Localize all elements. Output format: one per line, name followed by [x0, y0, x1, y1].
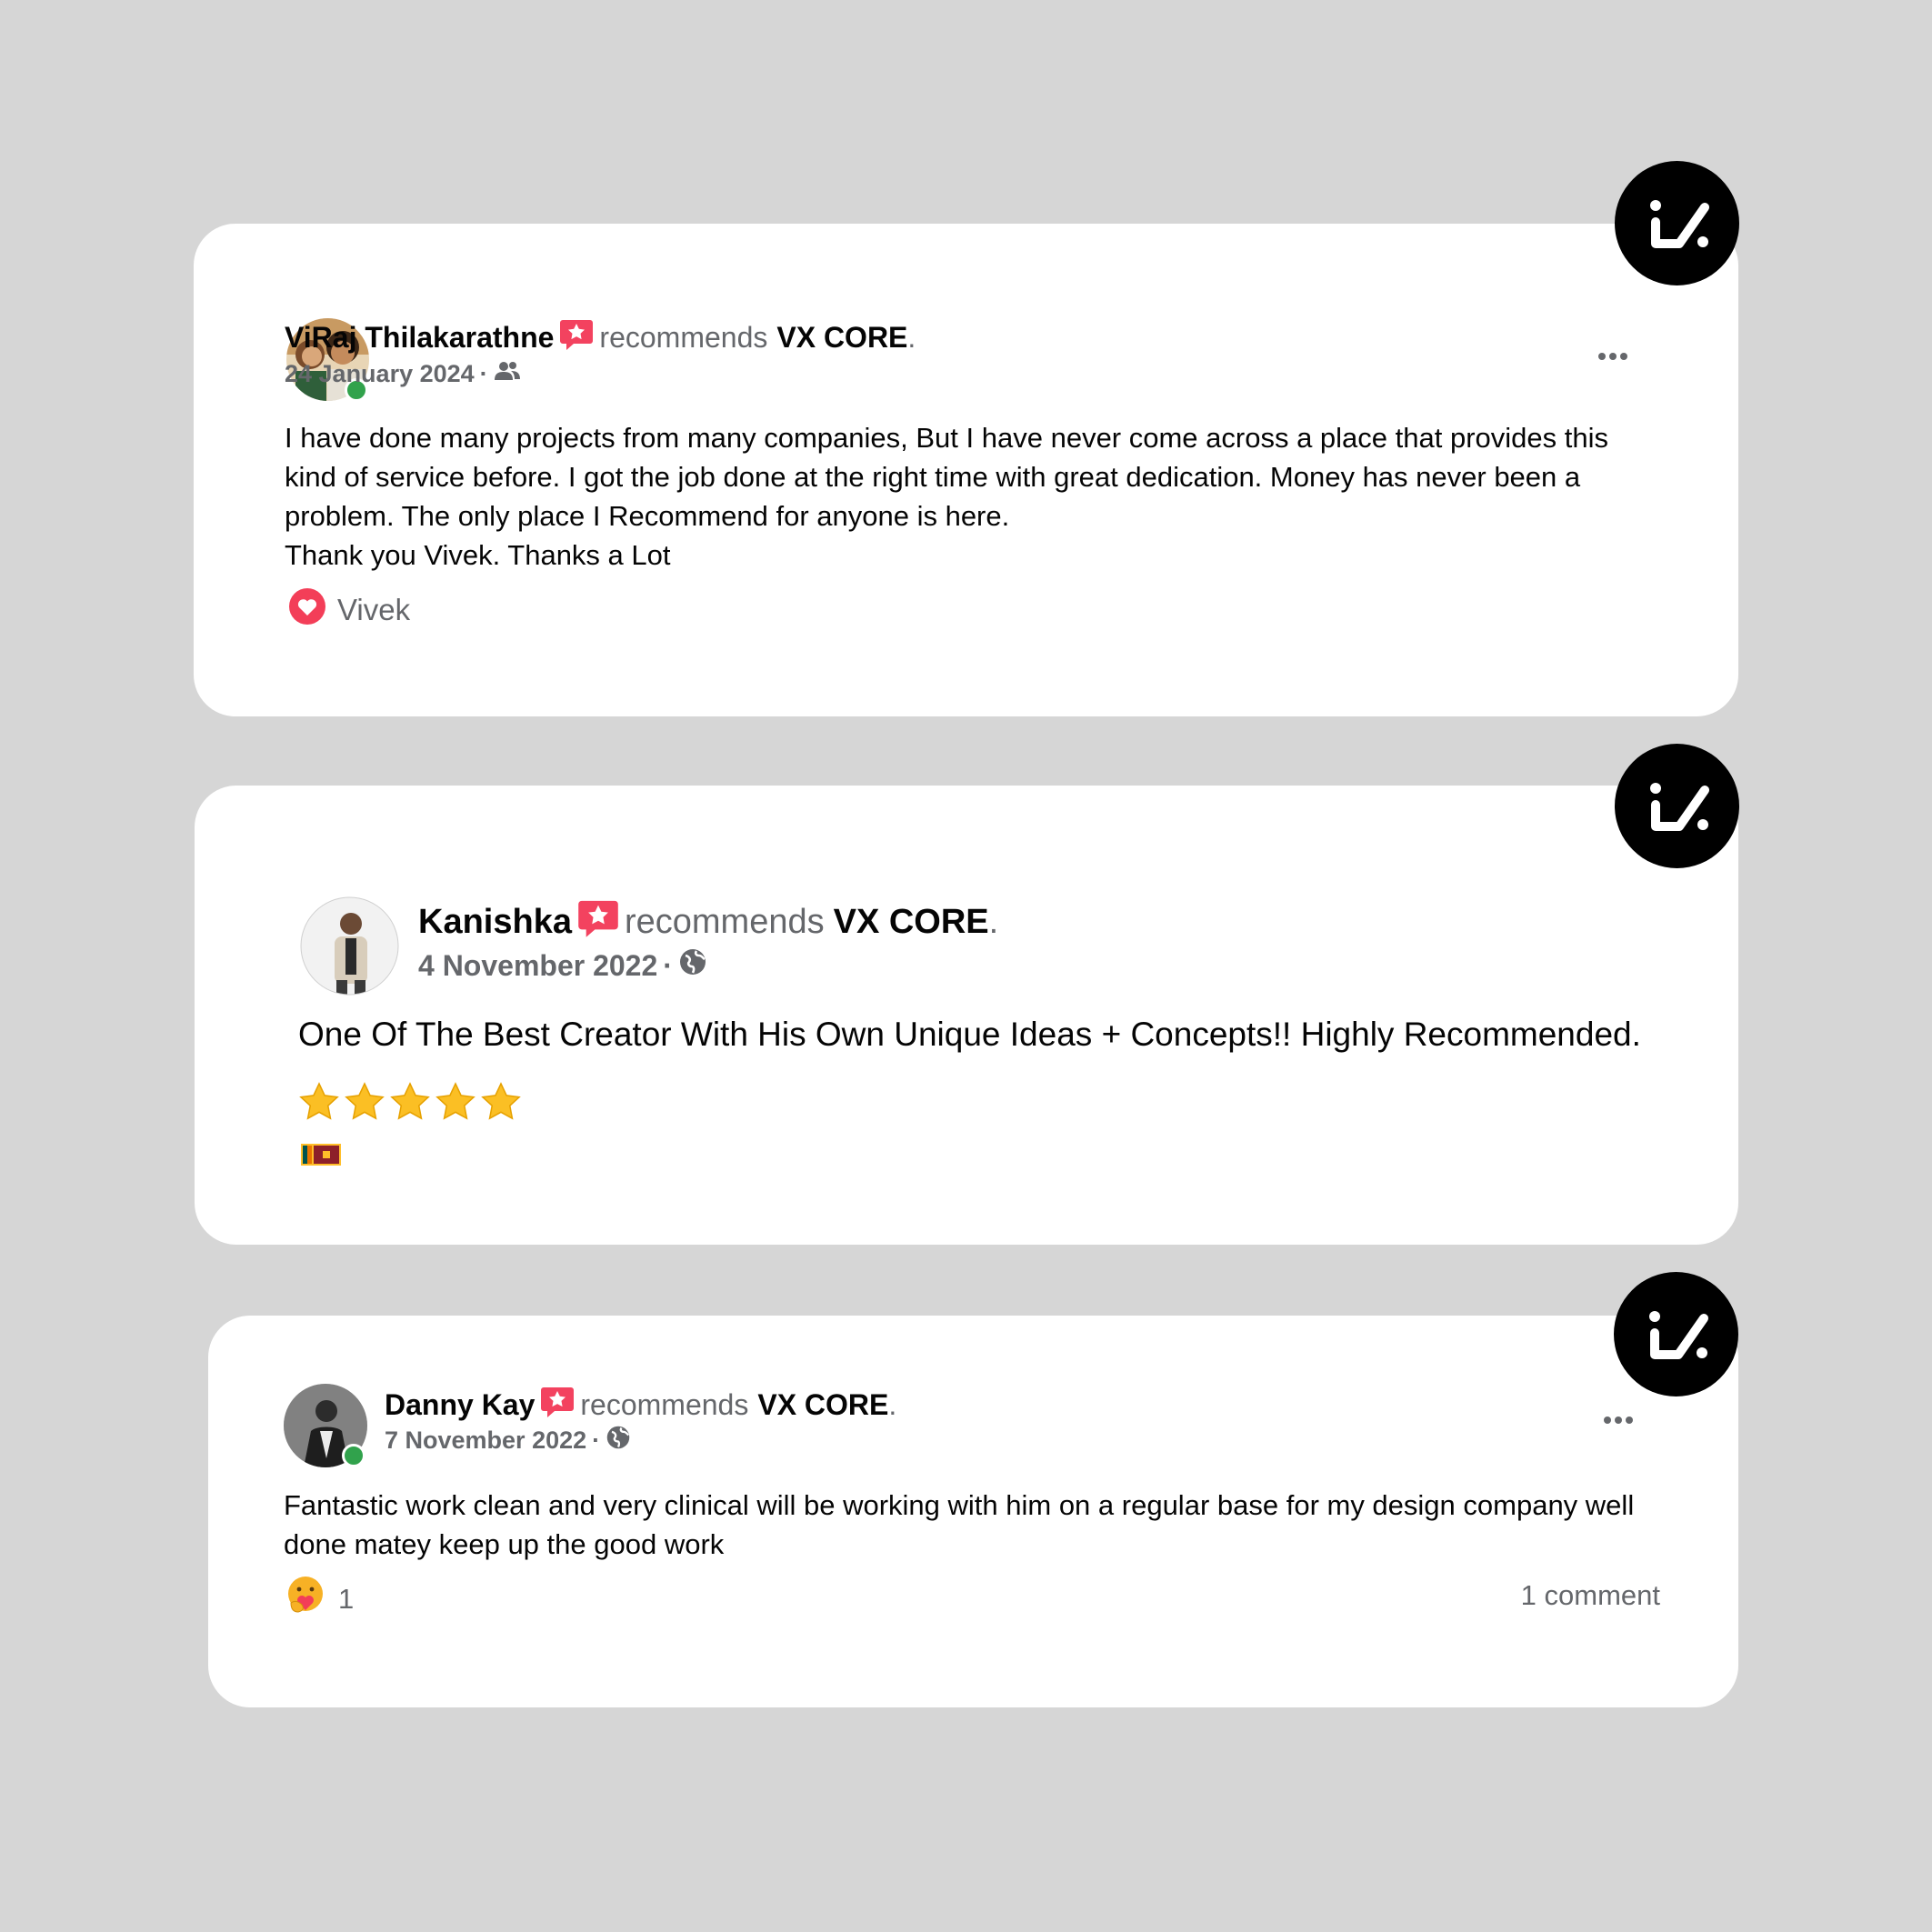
page-name-link[interactable]: VX CORE — [776, 321, 907, 355]
review-body: I have done many projects from many comp… — [285, 422, 1609, 571]
page-name-link[interactable]: VX CORE — [757, 1388, 888, 1422]
review-card: ViRaj Thilakarathne recommends VX CORE .… — [194, 224, 1738, 716]
review-header: Kanishka recommends VX CORE . — [418, 896, 998, 947]
friends-icon — [494, 360, 521, 388]
recommend-icon — [559, 316, 594, 358]
comments-count-link[interactable]: 1 comment — [1521, 1579, 1660, 1612]
recommend-icon — [540, 1384, 575, 1426]
post-meta: 4 November 2022 · — [418, 947, 707, 984]
reaction-summary[interactable]: Vivek — [288, 587, 410, 633]
star-icon — [345, 1082, 385, 1120]
recommend-icon — [577, 896, 619, 947]
review-body: Fantastic work clean and very clinical w… — [284, 1489, 1635, 1560]
review-header: Danny Kay recommends VX CORE . — [385, 1384, 896, 1426]
star-icon — [299, 1082, 339, 1120]
star-icon — [435, 1082, 475, 1120]
online-status-icon — [342, 1444, 365, 1467]
author-name[interactable]: ViRaj Thilakarathne — [285, 321, 554, 355]
review-header: ViRaj Thilakarathne recommends VX CORE . — [285, 316, 916, 358]
star-icon — [481, 1082, 521, 1120]
period: . — [988, 902, 999, 941]
review-body: One Of The Best Creator With His Own Uni… — [298, 1016, 1641, 1053]
sri-lanka-flag-icon — [301, 1144, 341, 1170]
post-date[interactable]: 4 November 2022 — [418, 949, 657, 983]
more-options-button[interactable] — [1604, 1416, 1633, 1424]
author-name[interactable]: Danny Kay — [385, 1388, 535, 1422]
period: . — [888, 1387, 897, 1421]
avatar[interactable] — [284, 1384, 367, 1467]
love-reaction-icon — [288, 587, 326, 633]
star-icon — [390, 1082, 430, 1120]
period: . — [907, 320, 916, 354]
globe-icon — [606, 1425, 631, 1457]
reaction-count: 1 — [338, 1583, 355, 1615]
care-reaction-icon — [285, 1576, 325, 1623]
page-name-link[interactable]: VX CORE — [834, 903, 989, 942]
recommends-label: recommends — [599, 320, 768, 354]
post-date[interactable]: 24 January 2024 — [285, 360, 475, 388]
meta-separator: · — [479, 360, 488, 387]
meta-separator: · — [592, 1426, 601, 1454]
meta-separator: · — [663, 948, 673, 982]
post-meta: 7 November 2022 · — [385, 1425, 631, 1457]
post-date[interactable]: 7 November 2022 — [385, 1426, 586, 1455]
globe-icon — [678, 947, 707, 984]
review-card: Danny Kay recommends VX CORE . 7 Novembe… — [208, 1316, 1738, 1707]
recommends-label: recommends — [580, 1387, 749, 1421]
post-meta: 24 January 2024 · — [285, 360, 521, 388]
more-options-button[interactable] — [1598, 353, 1627, 360]
reaction-by: Vivek — [337, 593, 411, 626]
review-card: Kanishka recommends VX CORE . 4 November… — [195, 786, 1738, 1245]
avatar[interactable] — [300, 896, 399, 996]
star-rating — [298, 1082, 522, 1122]
check-badge-icon — [1614, 1272, 1738, 1396]
reaction-summary[interactable]: 1 — [285, 1576, 354, 1623]
author-name[interactable]: Kanishka — [418, 903, 572, 942]
check-badge-icon — [1615, 744, 1739, 868]
recommends-label: recommends — [624, 902, 825, 941]
check-badge-icon — [1615, 161, 1739, 285]
